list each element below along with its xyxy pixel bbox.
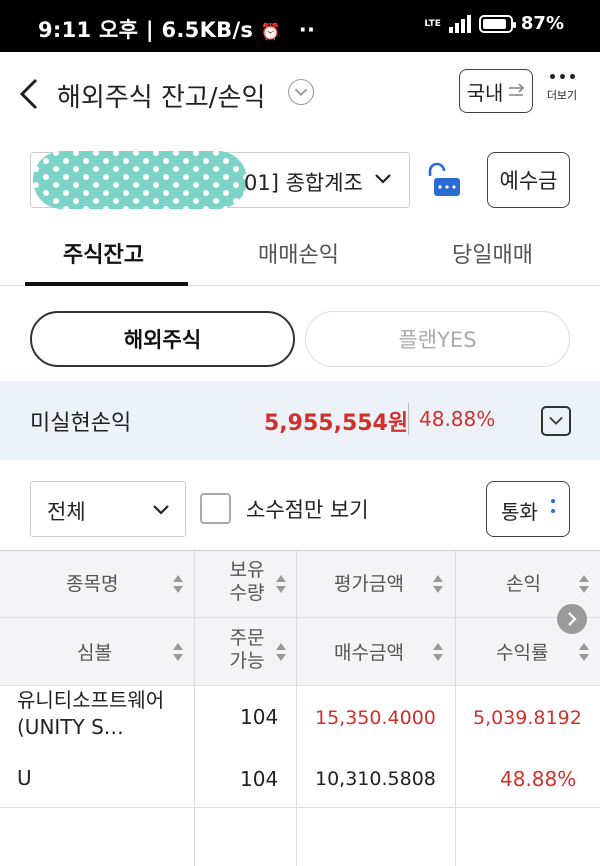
segment-plan-yes[interactable]: 플랜YES xyxy=(305,311,570,367)
chevron-down-icon xyxy=(375,174,391,184)
sort-icon[interactable] xyxy=(433,643,443,663)
unrealized-pnl-panel: 미실현손익 5,955,554원 48.88% xyxy=(0,381,600,460)
tab-trade-pnl[interactable]: 매매손익 xyxy=(258,237,339,269)
fraction-only-checkbox[interactable] xyxy=(200,493,231,524)
sort-icon[interactable] xyxy=(173,575,183,595)
header-holding-qty[interactable]: 보유 수량 xyxy=(225,559,269,605)
sort-icon[interactable] xyxy=(579,575,589,595)
battery-percent: 87% xyxy=(520,13,564,34)
segment-foreign-stocks[interactable]: 해외주식 xyxy=(30,311,295,367)
pnl-value: 5,039.8192 xyxy=(473,707,582,729)
kebab-icon xyxy=(551,499,555,513)
sort-icon[interactable] xyxy=(276,643,286,663)
return-rate: 48.88% xyxy=(500,767,577,791)
account-select[interactable]: 01] 종합계조 xyxy=(30,151,410,209)
stock-name[interactable]: 유니티소프트웨어(UNITY S… xyxy=(17,687,187,741)
filter-row: 전체 소수점만 보기 통화 xyxy=(0,481,600,537)
pnl-amount: 5,955,554원 xyxy=(264,411,409,436)
holding-qty: 104 xyxy=(240,705,279,729)
unlock-icon[interactable] xyxy=(424,162,462,198)
fraction-only-label[interactable]: 소수점만 보기 xyxy=(246,494,369,524)
more-dots-icon xyxy=(540,74,584,79)
sort-icon[interactable] xyxy=(433,575,443,595)
holdings-table: 종목명 보유 수량 평가금액 손익 심볼 주문 가능 매수금액 수익률 유니티소… xyxy=(0,550,600,866)
divider xyxy=(408,403,409,435)
expand-toggle-icon[interactable] xyxy=(541,406,571,436)
category-value: 전체 xyxy=(47,500,86,524)
buy-amount: 10,310.5808 xyxy=(315,768,436,790)
redaction-mask xyxy=(33,151,247,209)
header-stock-name[interactable]: 종목명 xyxy=(66,573,118,596)
sort-icon[interactable] xyxy=(276,575,286,595)
scroll-right-button[interactable] xyxy=(557,604,587,634)
header-return-rate[interactable]: 수익률 xyxy=(496,642,548,665)
active-tab-indicator xyxy=(25,282,188,286)
account-number: 01] 종합계조 xyxy=(244,171,363,195)
more-button[interactable]: 더보기 xyxy=(540,70,584,103)
tab-stock-balance[interactable]: 주식잔고 xyxy=(63,237,144,269)
chevron-down-icon xyxy=(153,505,169,515)
back-arrow-icon[interactable] xyxy=(14,74,44,114)
status-time: 9:11 오후 | 6.5KB/s ⏰ ·· xyxy=(38,18,316,42)
sort-icon[interactable] xyxy=(173,643,183,663)
header-orderable-qty[interactable]: 주문 가능 xyxy=(225,627,269,673)
header-buy-amount[interactable]: 매수금액 xyxy=(334,642,404,665)
tab-bar: 주식잔고 매매손익 당일매매 xyxy=(0,222,600,286)
eval-amount: 15,350.4000 xyxy=(315,707,436,729)
orderable-qty: 104 xyxy=(240,767,279,791)
table-header: 종목명 보유 수량 평가금액 손익 심볼 주문 가능 매수금액 수익률 xyxy=(0,551,600,686)
status-indicators: LTE 87% xyxy=(424,13,564,34)
battery-icon xyxy=(478,14,516,33)
tab-today-trades[interactable]: 당일매매 xyxy=(452,237,533,269)
category-select[interactable]: 전체 xyxy=(30,481,186,537)
header: 해외주식 잔고/손익 국내 더보기 xyxy=(0,52,600,142)
header-symbol[interactable]: 심볼 xyxy=(77,642,112,665)
status-bar: 9:11 오후 | 6.5KB/s ⏰ ·· LTE 87% xyxy=(0,0,600,52)
pnl-label: 미실현손익 xyxy=(30,411,132,436)
sort-icon[interactable] xyxy=(579,643,589,663)
more-label: 더보기 xyxy=(546,89,578,102)
alarm-clock-icon: ⏰ xyxy=(260,22,282,41)
page-title: 해외주식 잔고/손익 xyxy=(57,83,266,113)
deposit-button[interactable]: 예수금 xyxy=(487,152,570,208)
currency-button[interactable]: 통화 xyxy=(486,481,570,537)
chevron-right-icon xyxy=(568,612,577,626)
header-eval-amount[interactable]: 평가금액 xyxy=(334,573,404,596)
stock-symbol: U xyxy=(17,766,32,790)
signal-icon xyxy=(448,14,471,33)
account-row: 01] 종합계조 예수금 xyxy=(0,142,600,222)
network-label: LTE xyxy=(424,18,441,29)
domestic-toggle-button[interactable]: 국내 xyxy=(459,69,533,113)
pnl-rate: 48.88% xyxy=(419,407,496,431)
chevron-down-icon[interactable] xyxy=(288,79,314,105)
header-pnl[interactable]: 손익 xyxy=(506,573,541,596)
swap-icon xyxy=(509,83,525,96)
